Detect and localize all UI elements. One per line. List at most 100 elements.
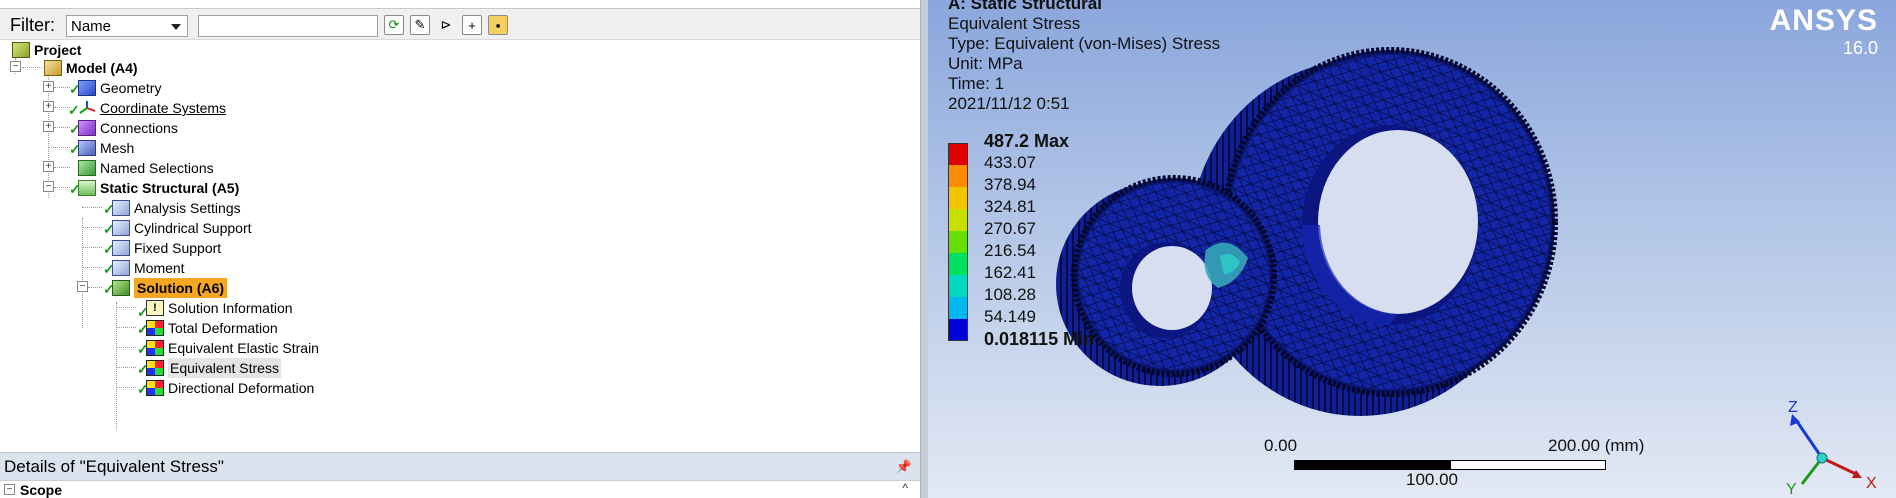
mesh-icon: ✓ [69, 140, 96, 157]
connections-icon: ✓ [69, 120, 96, 137]
expand-named-selections-toggle[interactable]: + [43, 161, 54, 172]
tree-node-fixed-support[interactable]: ✓ Fixed Support [103, 238, 221, 258]
fixed-support-icon: ✓ [103, 240, 130, 257]
legend-value: 433.07 [984, 153, 1036, 172]
scale-bar-white [1450, 460, 1606, 470]
tree-node-named-selections[interactable]: Named Selections [78, 158, 214, 178]
tree-node-label: Named Selections [100, 160, 214, 176]
tree-node-label: Cylindrical Support [134, 220, 252, 236]
tree-node-label: Static Structural (A5) [100, 180, 240, 196]
eraser-icon[interactable]: ✎ [410, 15, 430, 35]
legend-row: 487.2 Max [948, 131, 1148, 165]
tree-node-geometry[interactable]: ✓ Geometry [69, 78, 161, 98]
tree-collapse-icon[interactable]: ⊳ [436, 15, 456, 35]
pin-icon[interactable]: 📌 [896, 459, 912, 475]
result-icon: ✓ [137, 380, 164, 397]
tree-node-label: Equivalent Stress [168, 358, 281, 378]
collapse-model-toggle[interactable]: − [10, 61, 21, 72]
result-date: 2021/11/12 0:51 [948, 94, 1070, 113]
tree-node-static-structural[interactable]: ✓ Static Structural (A5) [69, 178, 240, 198]
result-icon: ✓ [137, 360, 164, 377]
tree-node-solution[interactable]: ✓ Solution (A6) [103, 278, 228, 298]
filter-type-dropdown[interactable]: Name [66, 15, 188, 37]
tree-node-analysis-settings[interactable]: ✓ Analysis Settings [103, 198, 241, 218]
tree-node-total-deformation[interactable]: ✓ Total Deformation [137, 318, 278, 338]
tree-node-project[interactable]: Project [12, 40, 81, 60]
legend-value: 0.018115 Min [984, 329, 1095, 349]
legend-color-swatch [948, 187, 968, 209]
tree-node-connections[interactable]: ✓ Connections [69, 118, 178, 138]
cylindrical-support-icon: ✓ [103, 220, 130, 237]
tree-node-label: Total Deformation [168, 320, 278, 336]
details-scope-row[interactable]: − Scope ^ [0, 480, 920, 498]
legend-row: 0.018115 Min [948, 319, 1148, 349]
legend-color-swatch [948, 231, 968, 253]
result-icon: ✓ [137, 320, 164, 337]
moment-icon: ✓ [103, 260, 130, 277]
tree-node-moment[interactable]: ✓ Moment [103, 258, 185, 278]
tree-node-label: Coordinate Systems [100, 100, 227, 116]
tree-node-label: Connections [100, 120, 178, 136]
tree-node-equivalent-stress[interactable]: ✓ Equivalent Stress [137, 358, 281, 378]
result-title: A: Static Structural [948, 0, 1102, 13]
legend-value: 216.54 [984, 241, 1036, 260]
outline-panel: Filter: Name ⟳ ✎ ⊳ + ▪ − + + + + − − Pro… [0, 0, 926, 498]
legend-row: 216.54 [948, 241, 1148, 275]
expand-connections-toggle[interactable]: + [43, 121, 54, 132]
folder-icon[interactable]: ▪ [488, 15, 508, 35]
tree-node-solution-information[interactable]: ! ✓ Solution Information [137, 298, 293, 319]
tree-node-label: Equivalent Elastic Strain [168, 340, 319, 356]
legend-color-swatch [948, 297, 968, 319]
scale-left-label: 0.00 [1264, 436, 1298, 455]
scope-section-label: Scope [20, 482, 63, 498]
geometry-icon: ✓ [69, 80, 96, 97]
legend-color-swatch [948, 319, 968, 341]
tree-node-directional-deformation[interactable]: ✓ Directional Deformation [137, 378, 315, 398]
legend-value: 487.2 Max [984, 131, 1070, 151]
chevron-down-icon[interactable] [171, 24, 181, 30]
tree-node-model[interactable]: Model (A4) [44, 58, 138, 78]
analysis-settings-icon: ✓ [103, 200, 130, 217]
collapse-static-structural-toggle[interactable]: − [43, 181, 54, 192]
expand-geometry-toggle[interactable]: + [43, 81, 54, 92]
expand-all-icon[interactable]: + [462, 15, 482, 35]
filter-search-input[interactable] [198, 15, 378, 37]
scale-bar-black [1294, 460, 1450, 470]
legend-value: 270.67 [984, 219, 1036, 238]
result-type: Type: Equivalent (von-Mises) Stress [948, 34, 1221, 53]
axis-triad[interactable]: Z X Y [1766, 400, 1886, 495]
expand-coordinate-systems-toggle[interactable]: + [43, 101, 54, 112]
collapse-scope-toggle[interactable]: − [4, 484, 15, 495]
tree-node-label: Directional Deformation [168, 380, 315, 396]
legend-value: 108.28 [984, 285, 1036, 304]
scale-mid-label: 100.00 [1406, 470, 1458, 489]
legend-row: 162.41 [948, 263, 1148, 297]
axis-y-label: Y [1786, 481, 1797, 495]
result-time: Time: 1 [948, 74, 1005, 93]
result-unit: Unit: MPa [948, 54, 1023, 73]
tree-node-label: Model (A4) [66, 60, 138, 76]
scroll-up-icon[interactable]: ^ [902, 481, 908, 495]
tree-node-label: Mesh [100, 140, 135, 156]
tree-node-label: Project [34, 42, 82, 58]
legend-row: 378.94 [948, 175, 1148, 209]
legend-color-swatch [948, 165, 968, 187]
ansys-logo: ANSYS [1769, 4, 1878, 37]
collapse-solution-toggle[interactable]: − [77, 281, 88, 292]
graphics-viewport[interactable]: A: Static Structural Equivalent Stress T… [928, 0, 1896, 498]
tree-node-equivalent-elastic-strain[interactable]: ✓ Equivalent Elastic Strain [137, 338, 319, 358]
result-icon: ✓ [137, 340, 164, 357]
result-name: Equivalent Stress [948, 14, 1081, 33]
static-structural-icon: ✓ [69, 180, 96, 197]
refresh-icon[interactable]: ⟳ [384, 15, 404, 35]
panel-splitter[interactable] [920, 0, 928, 498]
tree-node-coordinate-systems[interactable]: ✓ Coordinate Systems [68, 98, 227, 118]
tree-node-cylindrical-support[interactable]: ✓ Cylindrical Support [103, 218, 252, 238]
legend-row: 324.81 [948, 197, 1148, 231]
tree-node-label: Solution Information [168, 300, 293, 316]
legend-color-swatch [948, 209, 968, 231]
filter-toolbar: Filter: Name ⟳ ✎ ⊳ + ▪ [0, 8, 920, 40]
tree-node-label: Solution (A6) [134, 278, 228, 298]
tree-node-mesh[interactable]: ✓ Mesh [69, 138, 135, 158]
details-title: Details of "Equivalent Stress" [4, 457, 224, 476]
